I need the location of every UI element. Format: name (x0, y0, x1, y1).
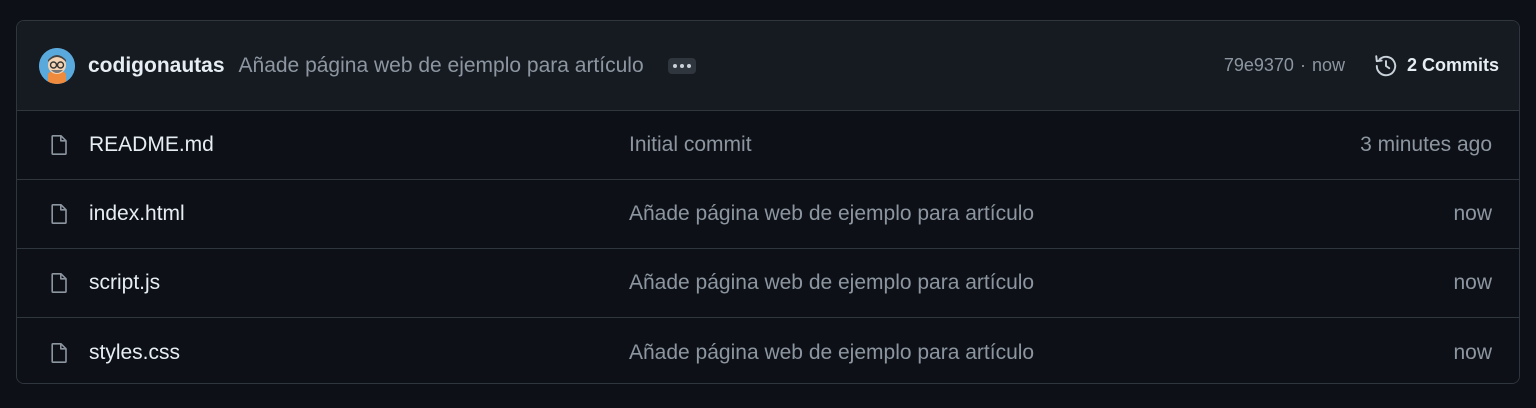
commit-message-link[interactable]: Añade página web de ejemplo para artícul… (239, 54, 644, 78)
commits-count-label: 2 Commits (1406, 55, 1499, 75)
file-icon (51, 342, 67, 363)
file-name-link[interactable]: index.html (89, 202, 629, 226)
file-commit-time: now (1453, 202, 1492, 225)
file-row[interactable]: index.html Añade página web de ejemplo p… (17, 180, 1519, 249)
file-browser: codigonautas Añade página web de ejemplo… (16, 20, 1520, 384)
file-row[interactable]: script.js Añade página web de ejemplo pa… (17, 249, 1519, 318)
file-icon (51, 273, 67, 293)
file-commit-message-link[interactable]: Añade página web de ejemplo para artícul… (629, 271, 1453, 295)
file-commit-time: 3 minutes ago (1360, 133, 1492, 156)
commit-time: now (1311, 55, 1345, 75)
file-name-link[interactable]: README.md (89, 133, 629, 157)
file-commit-message-link[interactable]: Initial commit (629, 133, 1360, 157)
latest-commit-bar: codigonautas Añade página web de ejemplo… (17, 21, 1519, 111)
commit-author-link[interactable]: codigonautas (88, 54, 225, 78)
separator-dot: · (1299, 55, 1306, 75)
commits-history-button[interactable]: 2 Commits (1373, 53, 1499, 79)
file-commit-time: now (1453, 340, 1492, 364)
file-icon (51, 204, 67, 224)
file-icon (51, 135, 67, 155)
file-commit-message-link[interactable]: Añade página web de ejemplo para artícul… (629, 341, 1453, 365)
file-commit-message-link[interactable]: Añade página web de ejemplo para artícul… (629, 202, 1453, 226)
file-name-link[interactable]: script.js (89, 271, 629, 295)
file-commit-time: now (1453, 271, 1492, 294)
history-icon (1375, 54, 1397, 76)
avatar[interactable] (39, 47, 75, 84)
file-row[interactable]: styles.css Añade página web de ejemplo p… (17, 318, 1519, 383)
file-row[interactable]: README.md Initial commit 3 minutes ago (17, 111, 1519, 180)
commit-hash-link[interactable]: 79e9370 (1224, 55, 1294, 76)
file-name-link[interactable]: styles.css (89, 341, 629, 365)
kebab-horizontal-icon[interactable] (667, 57, 696, 74)
